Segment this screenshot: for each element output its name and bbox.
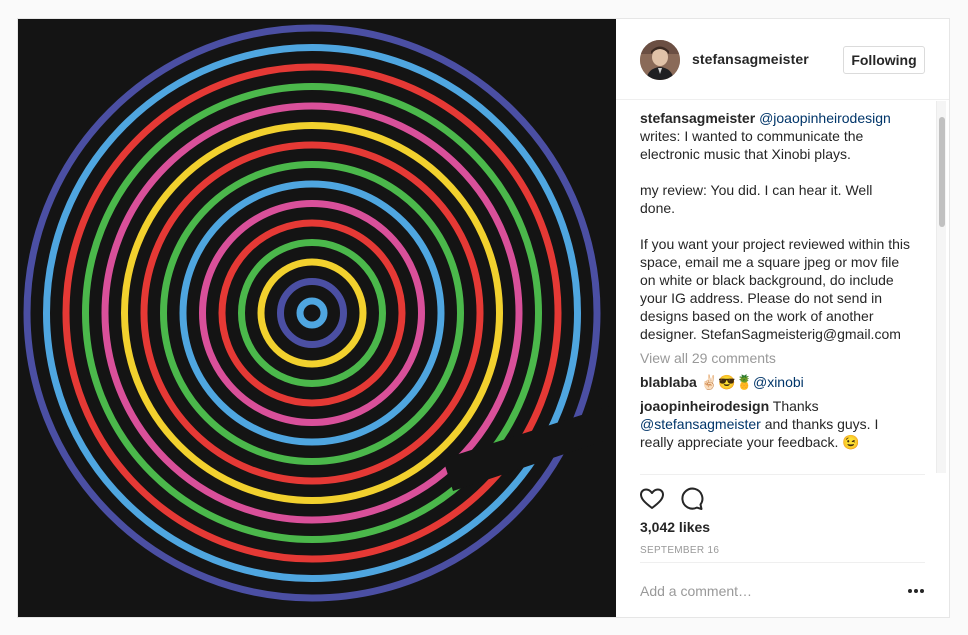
more-dots-icon[interactable] [906,581,926,601]
comment-item: joaopinheirodesign Thanks @stefansagmeis… [640,397,910,451]
comment-author[interactable]: joaopinheirodesign [640,398,769,414]
likes-count[interactable]: 3,042 likes [640,519,710,535]
concentric-rings-artwork [18,19,616,617]
comment-item: blablaba ✌🏻😎🍍@xinobi [640,373,910,391]
caption-author[interactable]: stefansagmeister [640,110,755,126]
add-comment-input[interactable] [640,581,890,601]
caption: stefansagmeister @joaopinheirodesign wri… [640,99,910,343]
scrollbar-thumb[interactable] [939,117,945,227]
more-dots-icon-graphic [908,589,924,593]
heart-icon[interactable] [638,485,666,513]
caption-mention[interactable]: @joaopinheirodesign [759,110,891,126]
speech-bubble-icon-graphic [681,487,704,510]
comment-text: Thanks [769,398,819,414]
post-sidebar: stefansagmeister Following stefansagmeis… [616,19,949,617]
avatar[interactable] [640,40,680,80]
post-card: stefansagmeister Following stefansagmeis… [17,18,950,618]
post-date[interactable]: SEPTEMBER 16 [640,545,719,556]
heart-icon-graphic [640,488,664,509]
header-username[interactable]: stefansagmeister [692,51,809,67]
comment-mention[interactable]: @xinobi [753,374,804,390]
following-button[interactable]: Following [843,46,925,74]
comment-mention[interactable]: @stefansagmeister [640,416,761,432]
comment-emoji: ✌🏻😎🍍 [700,374,753,390]
caption-text: writes: I wanted to communicate the elec… [640,128,911,342]
comments-list[interactable]: stefansagmeister @joaopinheirodesign wri… [640,99,935,474]
post-header: stefansagmeister Following [616,19,949,100]
speech-bubble-icon[interactable] [678,485,706,513]
comments-scrollbar[interactable] [936,101,946,473]
divider [640,562,925,563]
comment-author[interactable]: blablaba [640,374,697,390]
post-image[interactable] [18,19,616,617]
divider [640,474,925,475]
view-all-comments-link[interactable]: View all 29 comments [640,349,935,367]
avatar-photo [640,40,680,80]
